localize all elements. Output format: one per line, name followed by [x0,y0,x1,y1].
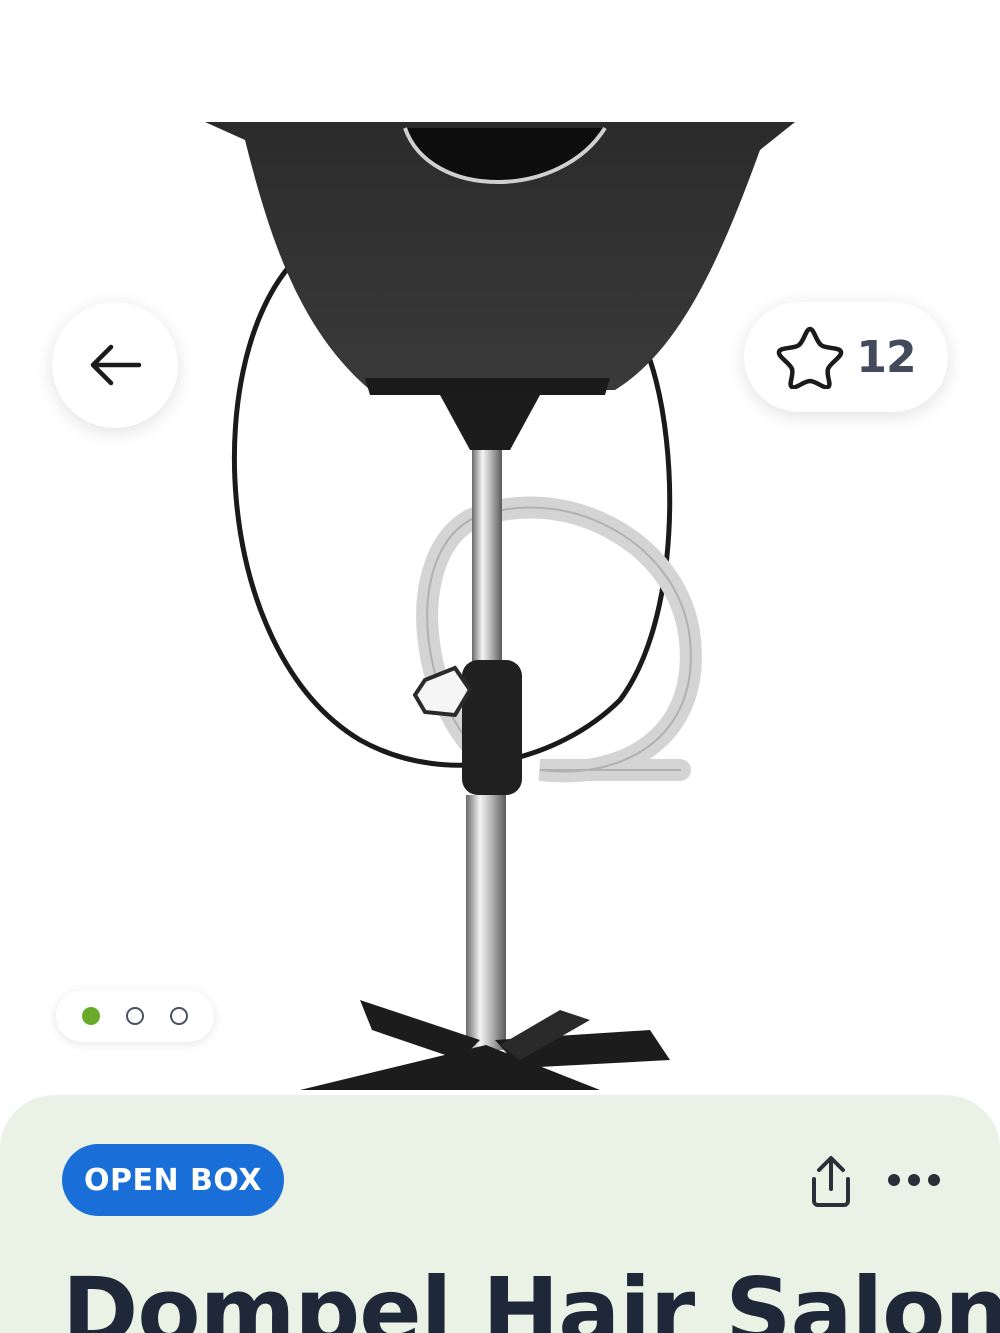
product-title: Dompel Hair Salon [62,1258,1000,1333]
product-image-gallery[interactable]: 12 [0,0,1000,1100]
favorite-button[interactable]: 12 [744,302,948,412]
favorite-count: 12 [856,331,916,383]
pagination-dot[interactable] [170,1007,188,1025]
more-options-button[interactable] [884,1165,944,1195]
product-photo [205,122,795,1090]
pagination-dot-active[interactable] [82,1007,100,1025]
condition-badge: OPEN BOX [62,1144,284,1216]
arrow-left-icon [90,344,142,386]
share-button[interactable] [804,1153,858,1209]
share-icon [812,1156,850,1207]
pagination-dot[interactable] [126,1007,144,1025]
more-horizontal-icon [888,1174,940,1186]
product-info-panel: OPEN BOX Dompel Hair Salon [0,1095,1000,1333]
back-button[interactable] [52,302,178,428]
image-pagination[interactable] [56,990,214,1042]
star-outline-icon [777,326,844,389]
